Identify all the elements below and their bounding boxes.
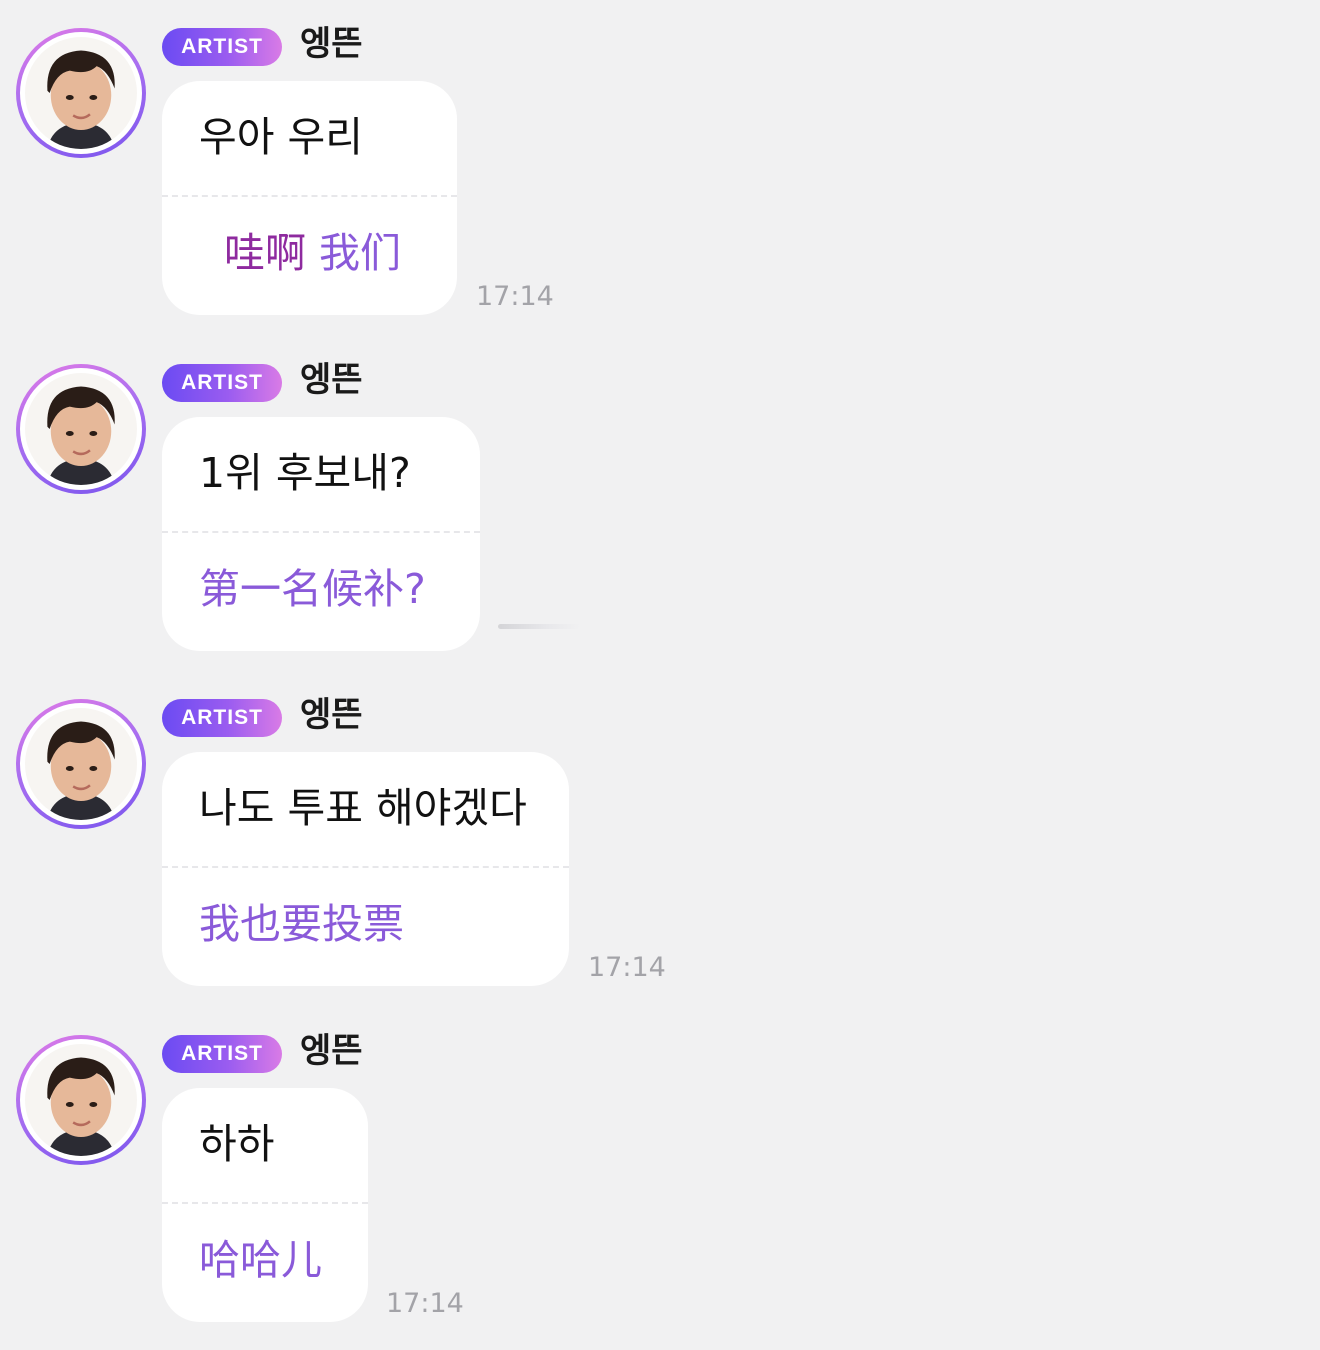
artist-profile-photo <box>25 373 137 485</box>
chat-message: ARTIST 엥뜬 하하 哈哈儿 17:14 <box>0 1007 1320 1327</box>
avatar[interactable] <box>16 364 146 494</box>
message-timestamp: 17:14 <box>588 952 666 983</box>
message-timestamp: 17:14 <box>476 281 554 312</box>
original-message-text: 하하 <box>199 1120 275 1168</box>
translated-message-text: 我也要投票 <box>199 900 404 948</box>
translation-divider <box>162 866 569 868</box>
translation-divider <box>162 531 480 533</box>
sender-name[interactable]: 엥뜬 <box>300 22 363 66</box>
avatar-ring <box>20 703 142 825</box>
translated-message-text: 第一名候补? <box>199 565 426 613</box>
artist-badge: ARTIST <box>162 28 282 66</box>
artist-badge: ARTIST <box>162 1035 282 1073</box>
artist-badge: ARTIST <box>162 699 282 737</box>
timestamp-loading-placeholder <box>498 624 580 629</box>
translated-text-part: 我们 <box>319 229 402 277</box>
artist-profile-photo <box>25 1044 137 1156</box>
artist-profile-photo <box>25 37 137 149</box>
sender-name[interactable]: 엥뜬 <box>300 1029 363 1073</box>
chat-message: ARTIST 엥뜬 나도 투표 해야겠다 我也要投票 17:14 <box>0 671 1320 991</box>
avatar-ring <box>20 368 142 490</box>
translated-message-text: 哈哈儿 <box>199 1236 322 1284</box>
original-message-text: 1위 후보내? <box>199 449 411 497</box>
translated-message-text: 哇啊 我们 <box>224 225 401 281</box>
message-bubble[interactable]: 나도 투표 해야겠다 我也要投票 <box>162 752 569 986</box>
translation-divider <box>162 1202 368 1204</box>
original-message-text: 나도 투표 해야겠다 <box>199 784 527 832</box>
avatar-ring <box>20 1039 142 1161</box>
artist-badge: ARTIST <box>162 364 282 402</box>
message-timestamp: 17:14 <box>386 1288 464 1319</box>
translated-text-part: 哇啊 <box>224 229 306 277</box>
translation-divider <box>162 195 457 197</box>
chat-message-list[interactable]: ARTIST 엥뜬 우아 우리 哇啊 我们 17:14 ARTIST 엥뜬 1위… <box>0 0 1320 1350</box>
avatar-ring <box>20 32 142 154</box>
original-message-text: 우아 우리 <box>199 113 363 161</box>
avatar[interactable] <box>16 1035 146 1165</box>
message-bubble[interactable]: 우아 우리 哇啊 我们 <box>162 81 457 315</box>
sender-name[interactable]: 엥뜬 <box>300 358 363 402</box>
sender-name[interactable]: 엥뜬 <box>300 693 363 737</box>
message-bubble[interactable]: 하하 哈哈儿 <box>162 1088 368 1322</box>
message-bubble[interactable]: 1위 후보내? 第一名候补? <box>162 417 480 651</box>
avatar[interactable] <box>16 699 146 829</box>
avatar[interactable] <box>16 28 146 158</box>
chat-message: ARTIST 엥뜬 우아 우리 哇啊 我们 17:14 <box>0 0 1320 320</box>
chat-message: ARTIST 엥뜬 1위 후보내? 第一名候补? <box>0 336 1320 656</box>
artist-profile-photo <box>25 708 137 820</box>
